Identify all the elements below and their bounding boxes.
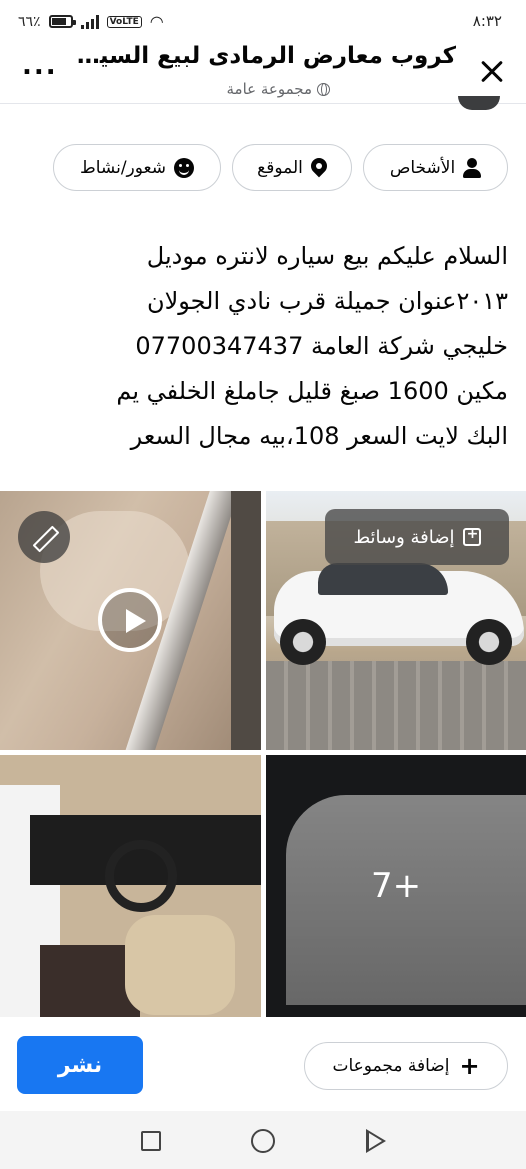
media-photo-car-roof[interactable]: 7+ (266, 755, 526, 1017)
avatar (458, 96, 500, 110)
status-time: ٨:٣٢ (472, 12, 502, 30)
post-text-line: خليجي شركة العامة 07700347437 (135, 332, 508, 360)
add-groups-button[interactable]: + إضافة مجموعات (304, 1042, 508, 1090)
post-text-line: ٢٠١٣عنوان جميلة قرب نادي الجولان (146, 287, 508, 315)
location-pin-icon (311, 158, 327, 178)
volte-badge: VoLTE (106, 15, 142, 28)
wifi-icon: ◠ (149, 12, 164, 31)
battery-icon (48, 15, 76, 28)
battery-percentage: ٦٦٪ (18, 13, 41, 30)
group-privacy-label: مجموعة عامة (226, 80, 313, 98)
add-media-button[interactable]: إضافة وسائط (325, 509, 509, 565)
feeling-activity-chip[interactable]: شعور/نشاط (53, 144, 221, 191)
recent-apps-icon[interactable] (141, 1131, 161, 1151)
group-title: كروب معارض الرمادى لبيع السيا... (71, 43, 456, 69)
status-indicators: ٦٦٪ VoLTE ◠ (18, 12, 164, 31)
system-nav-bar (0, 1111, 526, 1169)
home-icon[interactable] (251, 1129, 275, 1153)
smile-icon (173, 157, 194, 178)
status-bar: ٦٦٪ VoLTE ◠ ٨:٣٢ (0, 0, 526, 44)
add-groups-label: إضافة مجموعات (332, 1056, 450, 1076)
add-media-label: إضافة وسائط (353, 526, 455, 548)
play-icon[interactable] (98, 588, 162, 652)
people-icon (463, 157, 482, 178)
publish-button[interactable]: نشر (17, 1036, 143, 1094)
edit-media-button[interactable] (18, 511, 70, 563)
location-label: الموقع (257, 157, 303, 178)
more-options-button[interactable]: ... (22, 46, 58, 86)
tag-people-chip[interactable]: الأشخاص (363, 144, 508, 191)
post-text-line: البك لايت السعر 108،بيه مجال السعر (130, 422, 508, 450)
location-chip[interactable]: الموقع (232, 144, 352, 191)
tag-people-label: الأشخاص (389, 157, 456, 178)
signal-icon (80, 14, 99, 29)
composer-header: كروب معارض الرمادى لبيع السيا... مجموعة … (0, 40, 526, 104)
post-text-line: السلام عليكم بيع سياره لانتره موديل (146, 242, 508, 270)
post-text-input[interactable]: السلام عليكم بيع سياره لانتره موديل ٢٠١٣… (18, 234, 508, 459)
close-icon[interactable] (474, 54, 508, 88)
pencil-icon (33, 526, 55, 548)
feeling-activity-label: شعور/نشاط (80, 157, 166, 178)
back-icon[interactable] (366, 1129, 386, 1153)
globe-icon (317, 82, 330, 96)
post-text-line: مكين 1600 صبغ قليل جاملغ الخلفي يم (116, 377, 508, 405)
group-privacy: مجموعة عامة (226, 80, 330, 98)
add-media-icon (462, 526, 481, 546)
more-media-count: 7+ (370, 866, 422, 906)
plus-icon: + (459, 1052, 480, 1080)
media-photo-car-interior[interactable] (0, 755, 261, 1017)
